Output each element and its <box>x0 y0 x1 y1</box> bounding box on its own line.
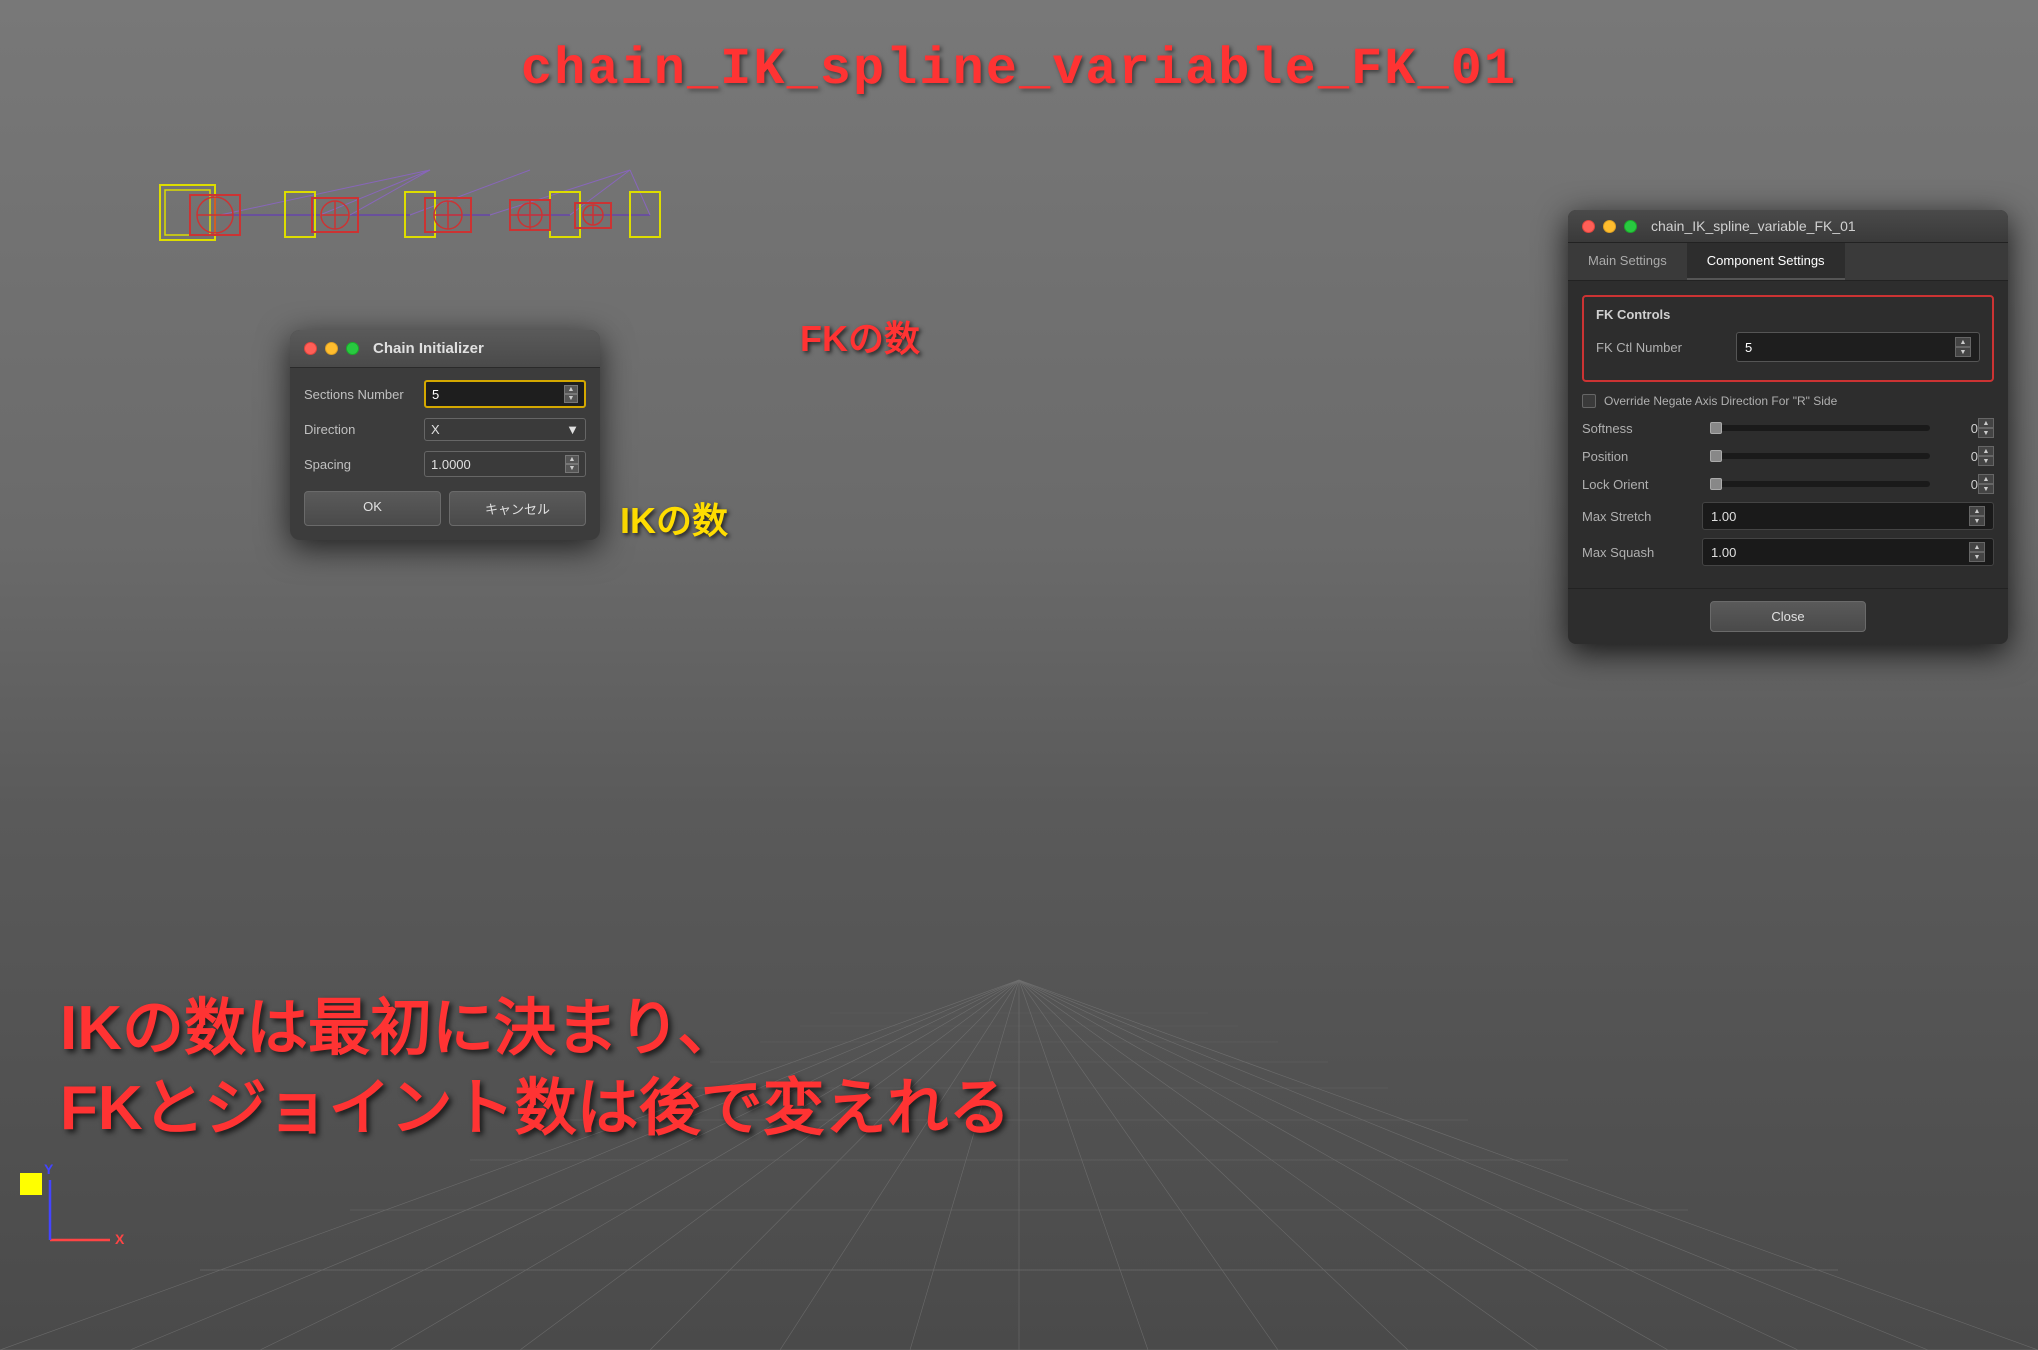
direction-field: Direction X ▼ <box>304 418 586 441</box>
fk-ctl-spinner[interactable]: ▲ ▼ <box>1955 337 1971 357</box>
position-label: Position <box>1582 449 1702 464</box>
max-stretch-up[interactable]: ▲ <box>1969 506 1985 516</box>
fk-label: FKの数 <box>800 310 920 362</box>
spacing-spinner-down[interactable]: ▼ <box>565 464 579 473</box>
floor-indicator <box>20 1173 42 1195</box>
fk-ctl-number-input[interactable]: 5 ▲ ▼ <box>1736 332 1980 362</box>
softness-thumb[interactable] <box>1710 422 1722 434</box>
max-squash-label: Max Squash <box>1582 545 1702 560</box>
dialog-titlebar: Chain Initializer <box>290 330 600 368</box>
position-up[interactable]: ▲ <box>1978 446 1994 456</box>
spinner-up[interactable]: ▲ <box>564 385 578 394</box>
svg-text:X: X <box>115 1231 125 1247</box>
dialog-buttons: OK キャンセル <box>304 491 586 526</box>
cancel-button[interactable]: キャンセル <box>449 491 586 526</box>
dialog-body: Sections Number 5 ▲ ▼ Direction X ▼ Spac… <box>290 368 600 540</box>
dialog-title: Chain Initializer <box>373 340 484 357</box>
tab-main-settings[interactable]: Main Settings <box>1568 243 1687 280</box>
softness-slider[interactable] <box>1710 425 1930 431</box>
lock-orient-slider[interactable] <box>1710 481 1930 487</box>
lock-orient-row: Lock Orient 0 ▲ ▼ <box>1582 474 1994 494</box>
fk-controls-section: FK Controls FK Ctl Number 5 ▲ ▼ <box>1582 295 1994 382</box>
position-row: Position 0 ▲ ▼ <box>1582 446 1994 466</box>
spacing-input[interactable]: 1.0000 ▲ ▼ <box>424 451 586 477</box>
lock-orient-spinner[interactable]: ▲ ▼ <box>1978 474 1994 494</box>
dropdown-arrow: ▼ <box>566 422 579 437</box>
spacing-spinner[interactable]: ▲ ▼ <box>565 455 579 473</box>
softness-down[interactable]: ▼ <box>1978 428 1994 438</box>
panel-body: FK Controls FK Ctl Number 5 ▲ ▼ Override… <box>1568 281 2008 588</box>
viewport-title: chain_IK_spline_variable_FK_01 <box>521 40 1517 99</box>
panel-tabs: Main Settings Component Settings <box>1568 243 2008 281</box>
max-squash-row: Max Squash 1.00 ▲ ▼ <box>1582 538 1994 566</box>
component-settings-panel: chain_IK_spline_variable_FK_01 Main Sett… <box>1568 210 2008 644</box>
lock-orient-up[interactable]: ▲ <box>1978 474 1994 484</box>
ok-button[interactable]: OK <box>304 491 441 526</box>
sections-number-input[interactable]: 5 ▲ ▼ <box>424 380 586 408</box>
softness-value: 0 <box>1938 421 1978 436</box>
softness-label: Softness <box>1582 421 1702 436</box>
fk-ctl-number-row: FK Ctl Number 5 ▲ ▼ <box>1596 332 1980 362</box>
ik-label: IKの数 <box>620 492 728 544</box>
annotation-line1: IKの数は最初に決まり、 <box>60 989 1011 1070</box>
fk-ctl-number-label: FK Ctl Number <box>1596 340 1736 355</box>
spacing-label: Spacing <box>304 457 424 472</box>
position-spinner[interactable]: ▲ ▼ <box>1978 446 1994 466</box>
panel-traffic-light-green[interactable] <box>1624 220 1637 233</box>
sections-number-spinner[interactable]: ▲ ▼ <box>564 385 578 403</box>
annotation-line2: FKとジョイント数は後で変えれる <box>60 1069 1011 1150</box>
panel-title: chain_IK_spline_variable_FK_01 <box>1651 218 1856 234</box>
sections-number-label: Sections Number <box>304 387 424 402</box>
sections-number-field: Sections Number 5 ▲ ▼ <box>304 380 586 408</box>
fk-ctl-spinner-down[interactable]: ▼ <box>1955 347 1971 357</box>
tab-component-settings[interactable]: Component Settings <box>1687 243 1845 280</box>
override-checkbox-row: Override Negate Axis Direction For "R" S… <box>1582 394 1994 408</box>
lock-orient-label: Lock Orient <box>1582 477 1702 492</box>
fk-controls-title: FK Controls <box>1596 307 1980 322</box>
softness-row: Softness 0 ▲ ▼ <box>1582 418 1994 438</box>
panel-footer: Close <box>1568 588 2008 644</box>
position-down[interactable]: ▼ <box>1978 456 1994 466</box>
axis-indicator: X Y <box>30 1160 130 1260</box>
position-thumb[interactable] <box>1710 450 1722 462</box>
override-checkbox[interactable] <box>1582 394 1596 408</box>
svg-text:Y: Y <box>44 1161 54 1177</box>
max-stretch-label: Max Stretch <box>1582 509 1702 524</box>
max-squash-down[interactable]: ▼ <box>1969 552 1985 562</box>
spacing-field: Spacing 1.0000 ▲ ▼ <box>304 451 586 477</box>
traffic-light-green[interactable] <box>346 342 359 355</box>
rig-skeleton <box>130 140 710 300</box>
panel-traffic-light-yellow[interactable] <box>1603 220 1616 233</box>
softness-up[interactable]: ▲ <box>1978 418 1994 428</box>
override-checkbox-label: Override Negate Axis Direction For "R" S… <box>1604 394 1837 408</box>
max-squash-up[interactable]: ▲ <box>1969 542 1985 552</box>
direction-select[interactable]: X ▼ <box>424 418 586 441</box>
traffic-light-red[interactable] <box>304 342 317 355</box>
lock-orient-down[interactable]: ▼ <box>1978 484 1994 494</box>
panel-traffic-light-red[interactable] <box>1582 220 1595 233</box>
direction-label: Direction <box>304 422 424 437</box>
spacing-spinner-up[interactable]: ▲ <box>565 455 579 464</box>
annotation-text: IKの数は最初に決まり、 FKとジョイント数は後で変えれる <box>60 989 1011 1150</box>
max-squash-input[interactable]: 1.00 ▲ ▼ <box>1702 538 1994 566</box>
position-value: 0 <box>1938 449 1978 464</box>
traffic-light-yellow[interactable] <box>325 342 338 355</box>
max-squash-spinner[interactable]: ▲ ▼ <box>1969 542 1985 562</box>
fk-ctl-spinner-up[interactable]: ▲ <box>1955 337 1971 347</box>
panel-titlebar: chain_IK_spline_variable_FK_01 <box>1568 210 2008 243</box>
lock-orient-thumb[interactable] <box>1710 478 1722 490</box>
max-stretch-spinner[interactable]: ▲ ▼ <box>1969 506 1985 526</box>
chain-initializer-dialog: Chain Initializer Sections Number 5 ▲ ▼ … <box>290 330 600 540</box>
max-stretch-row: Max Stretch 1.00 ▲ ▼ <box>1582 502 1994 530</box>
spinner-down[interactable]: ▼ <box>564 394 578 403</box>
position-slider[interactable] <box>1710 453 1930 459</box>
close-button[interactable]: Close <box>1710 601 1865 632</box>
max-stretch-down[interactable]: ▼ <box>1969 516 1985 526</box>
softness-spinner[interactable]: ▲ ▼ <box>1978 418 1994 438</box>
max-stretch-input[interactable]: 1.00 ▲ ▼ <box>1702 502 1994 530</box>
lock-orient-value: 0 <box>1938 477 1978 492</box>
